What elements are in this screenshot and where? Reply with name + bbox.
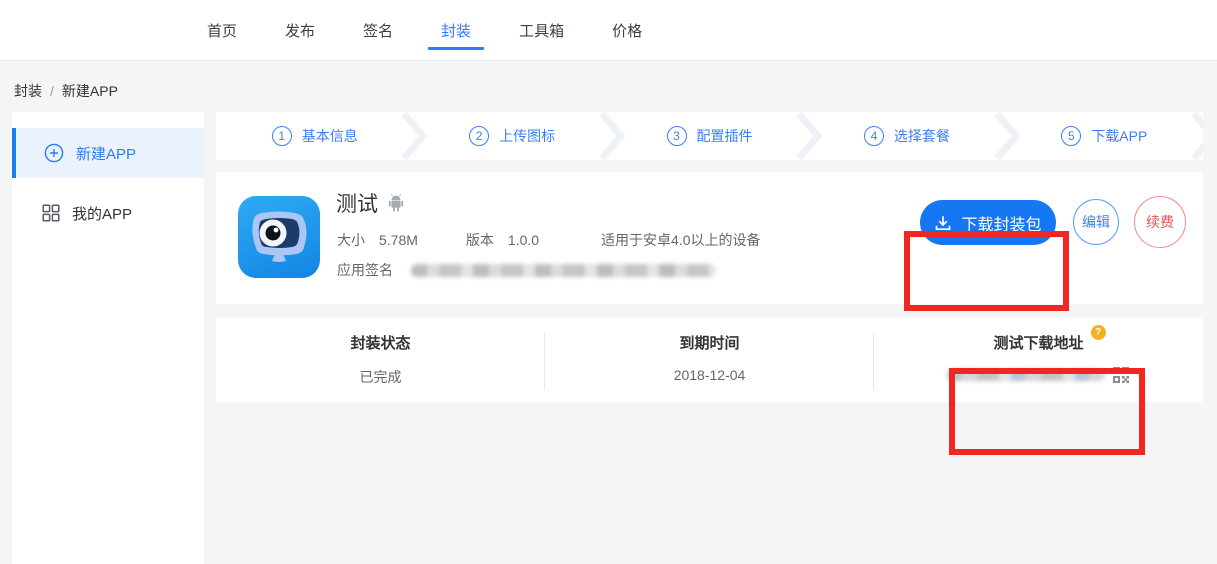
status-table: 封装状态 已完成 到期时间 2018-12-04 测试下载地址 ? [216,318,1203,402]
app-card: 测试 大小 5.78M 版本 1.0.0 适用于安卓4.0以上的设备 应用签名 [216,172,1203,304]
step-number: 3 [667,126,687,146]
column-header: 封装状态 [350,332,410,353]
nav-tab-signature[interactable]: 签名 [363,0,393,60]
qrcode-icon[interactable] [1112,366,1130,384]
app-meta: 大小 5.78M 版本 1.0.0 适用于安卓4.0以上的设备 [337,230,761,250]
grid-icon [42,204,60,222]
steps-bar: 1 基本信息 2 上传图标 3 配置插件 4 选择套餐 5 下载APP [216,112,1203,160]
breadcrumb-section[interactable]: 封装 [14,83,42,99]
main-content: 1 基本信息 2 上传图标 3 配置插件 4 选择套餐 5 下载APP [216,112,1203,402]
column-package-status: 封装状态 已完成 [216,318,545,402]
breadcrumb-separator: / [50,83,54,99]
sidebar-item-my-app[interactable]: 我的APP [12,188,204,238]
chevron-right-icon [599,112,625,160]
redacted-test-download-url[interactable] [947,369,1105,381]
step-label: 上传图标 [499,126,555,146]
column-header: 到期时间 [679,332,739,353]
chevron-right-icon [401,112,427,160]
expiry-date-value: 2018-12-04 [674,367,746,383]
step-label: 基本信息 [302,126,358,146]
download-button-label: 下载封装包 [961,211,1041,235]
step-number: 1 [272,126,292,146]
sidebar: 新建APP 我的APP [12,112,204,564]
step-label: 配置插件 [697,126,753,146]
step-4-select-plan[interactable]: 4 选择套餐 [808,112,1005,160]
nav-tab-package[interactable]: 封装 [441,0,471,60]
compatibility-text: 适用于安卓4.0以上的设备 [601,230,760,250]
nav-tab-toolbox[interactable]: 工具箱 [519,0,564,60]
chevron-right-icon [1191,112,1203,160]
step-2-upload-icon[interactable]: 2 上传图标 [413,112,610,160]
app-icon [238,196,320,278]
download-package-button[interactable]: 下载封装包 [920,200,1056,245]
nav-tab-publish[interactable]: 发布 [285,0,315,60]
edit-button[interactable]: 编辑 [1073,199,1119,245]
column-test-download-url: 测试下载地址 ? [874,318,1203,402]
version-value: 1.0.0 [508,232,539,248]
size-value: 5.78M [379,232,418,248]
app-name: 测试 [336,188,378,218]
step-number: 2 [469,126,489,146]
chevron-right-icon [796,112,822,160]
step-number: 5 [1061,126,1081,146]
step-label: 下载APP [1091,126,1147,146]
top-nav: 首页 发布 签名 封装 工具箱 价格 [0,0,1217,61]
package-status-value: 已完成 [360,367,402,387]
android-icon [388,194,404,212]
step-5-download-app[interactable]: 5 下载APP [1006,112,1203,160]
signature-label: 应用签名 [337,260,393,280]
nav-tab-home[interactable]: 首页 [207,0,237,60]
renew-button[interactable]: 续费 [1134,196,1186,248]
step-number: 4 [864,126,884,146]
test-download-url-cell [947,366,1130,384]
column-header: 测试下载地址 ? [993,332,1083,353]
sidebar-item-label: 新建APP [76,143,136,164]
step-3-configure-plugins[interactable]: 3 配置插件 [611,112,808,160]
step-label: 选择套餐 [894,126,950,146]
nav-tab-price[interactable]: 价格 [612,0,642,60]
step-1-basic-info[interactable]: 1 基本信息 [216,112,413,160]
workspace: 封装 / 新建APP 新建APP 我的APP 1 基本信息 2 [0,61,1217,564]
breadcrumb-current: 新建APP [62,83,118,99]
breadcrumb: 封装 / 新建APP [14,81,118,101]
plus-circle-icon [44,143,64,163]
download-icon [934,214,952,232]
sidebar-item-label: 我的APP [72,203,132,224]
version-label: 版本 [466,230,494,250]
question-icon[interactable]: ? [1091,325,1106,340]
chevron-right-icon [994,112,1020,160]
column-expiry-date: 到期时间 2018-12-04 [545,318,874,402]
size-label: 大小 [337,230,365,250]
redacted-signature [411,264,716,277]
sidebar-item-new-app[interactable]: 新建APP [12,128,204,178]
